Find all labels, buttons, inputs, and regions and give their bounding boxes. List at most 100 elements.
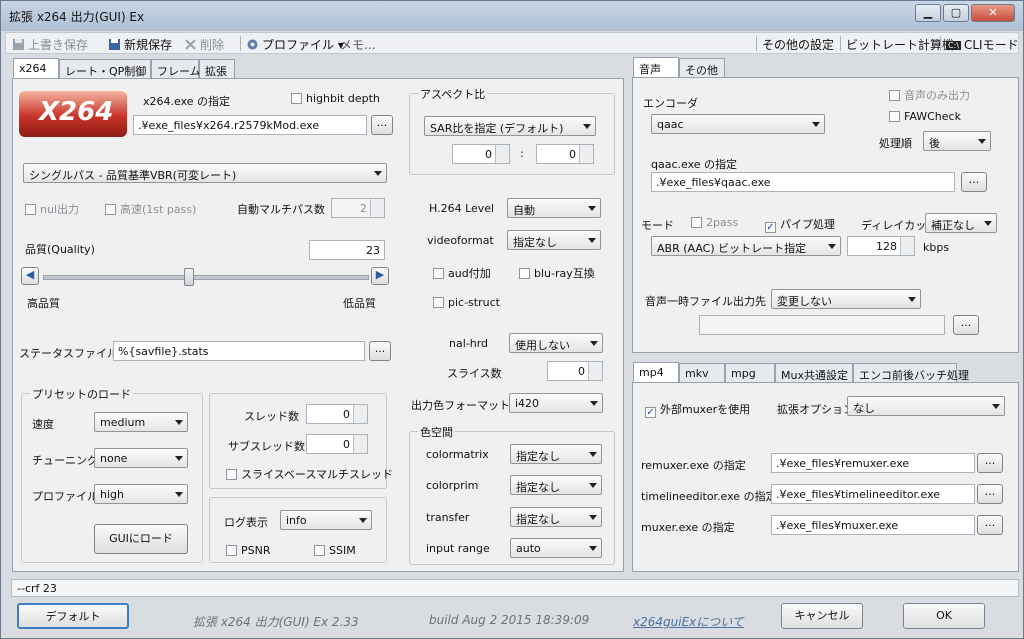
muxer-path[interactable]: .¥exe_files¥muxer.exe	[771, 515, 975, 535]
cancel-button[interactable]: キャンセル	[781, 603, 863, 629]
colormatrix-select[interactable]: 指定なし	[510, 444, 602, 464]
quality-slider-thumb[interactable]	[184, 268, 195, 286]
aud-checkbox[interactable]: aud付加	[433, 265, 491, 281]
speed-select[interactable]: medium	[94, 412, 188, 432]
aspect-mode-select[interactable]: SAR比を指定 (デフォルト)	[424, 116, 596, 136]
about-link[interactable]: x264guiExについて	[633, 613, 744, 630]
videoformat-select[interactable]: 指定なし	[507, 230, 601, 250]
spin-up-icon[interactable]	[900, 237, 914, 246]
remuxer-browse-button[interactable]: ...	[977, 453, 1003, 473]
audio-only-checkbox[interactable]: 音声のみ出力	[889, 87, 970, 103]
fast-first-pass-checkbox[interactable]: 高速(1st pass)	[105, 201, 196, 217]
tab-audio[interactable]: 音声	[633, 57, 679, 78]
temp-output-path[interactable]	[699, 315, 945, 335]
spin-down-icon[interactable]	[370, 208, 384, 217]
highbit-depth-checkbox[interactable]: highbit depth	[291, 92, 380, 105]
maximize-button[interactable]: ▢	[943, 4, 969, 22]
spin-down-icon[interactable]	[353, 414, 367, 423]
audio-exe-browse-button[interactable]: ...	[961, 172, 987, 192]
tab-mkv[interactable]: mkv	[679, 363, 725, 383]
status-file-input[interactable]: %{savfile}.stats	[113, 341, 365, 361]
spin-up-icon[interactable]	[495, 145, 509, 154]
status-file-browse-button[interactable]: ...	[369, 341, 391, 361]
slice-multithread-checkbox[interactable]: スライスベースマルチスレッド	[226, 466, 393, 482]
remuxer-path[interactable]: .¥exe_files¥remuxer.exe	[771, 453, 975, 473]
input-range-select[interactable]: auto	[510, 538, 602, 558]
temp-output-browse-button[interactable]: ...	[953, 315, 979, 335]
pipe-checkbox[interactable]: ✓ パイプ処理	[765, 216, 835, 233]
spin-down-icon[interactable]	[900, 246, 914, 255]
tab-mpg[interactable]: mpg	[725, 363, 775, 383]
cli-mode-button[interactable]: C:\ CLIモード	[946, 36, 1019, 53]
memo-button[interactable]: メモ...	[340, 36, 375, 53]
spin-up-icon[interactable]	[353, 435, 367, 444]
audio-encoder-select[interactable]: qaac	[651, 114, 825, 134]
quality-input[interactable]: 23	[309, 240, 385, 260]
tab-rate-qp[interactable]: レート・QP制御	[59, 59, 151, 79]
new-save-button[interactable]: 新規保存	[108, 36, 172, 54]
minimize-button[interactable]: ▁	[915, 4, 941, 22]
delete-button[interactable]: 削除	[184, 36, 224, 54]
pic-struct-checkbox[interactable]: pic-struct	[433, 296, 500, 309]
bitrate-spinner[interactable]: 128	[847, 236, 915, 256]
spin-up-icon[interactable]	[370, 199, 384, 208]
quality-decrease-button[interactable]: ◀	[21, 267, 39, 285]
psnr-checkbox[interactable]: PSNR	[226, 544, 271, 557]
ssim-checkbox[interactable]: SSIM	[314, 544, 356, 557]
colorprim-select[interactable]: 指定なし	[510, 475, 602, 495]
audio-exe-path[interactable]: .¥exe_files¥qaac.exe	[651, 172, 955, 192]
muxer-browse-button[interactable]: ...	[977, 515, 1003, 535]
bitrate-calculator-button[interactable]: ビットレート計算機	[846, 36, 954, 53]
audio-mode-select[interactable]: ABR (AAC) ビットレート指定	[651, 236, 841, 256]
ext-option-select[interactable]: なし	[847, 396, 1005, 416]
delay-cut-select[interactable]: 補正なし	[925, 213, 997, 233]
ok-button[interactable]: OK	[903, 603, 985, 629]
temp-output-select[interactable]: 変更しない	[771, 289, 921, 309]
overwrite-save-button[interactable]: 上書き保存	[12, 36, 88, 54]
timeline-browse-button[interactable]: ...	[977, 484, 1003, 504]
twopass-checkbox[interactable]: 2pass	[691, 216, 738, 229]
default-button[interactable]: デフォルト	[17, 603, 129, 629]
tab-mux-common[interactable]: Mux共通設定	[775, 363, 853, 383]
timeline-path[interactable]: .¥exe_files¥timelineeditor.exe	[771, 484, 975, 504]
spin-down-icon[interactable]	[495, 154, 509, 163]
transfer-select[interactable]: 指定なし	[510, 507, 602, 527]
quality-increase-button[interactable]: ▶	[371, 267, 389, 285]
log-select[interactable]: info	[280, 510, 372, 530]
spin-down-icon[interactable]	[588, 371, 602, 380]
aspect-height-spinner[interactable]: 0	[536, 144, 594, 164]
bluray-checkbox[interactable]: blu-ray互換	[519, 265, 595, 281]
h264-level-select[interactable]: 自動	[507, 198, 601, 218]
subthreads-spinner[interactable]: 0	[306, 434, 368, 454]
close-button[interactable]: ✕	[971, 4, 1015, 22]
external-muxer-checkbox[interactable]: ✓ 外部muxerを使用	[645, 401, 750, 418]
x264-browse-button[interactable]: ...	[371, 115, 393, 135]
nal-hrd-select[interactable]: 使用しない	[509, 333, 603, 353]
threads-spinner[interactable]: 0	[306, 404, 368, 424]
output-color-select[interactable]: i420	[509, 393, 603, 413]
tab-frame[interactable]: フレーム	[151, 59, 201, 79]
profile-select[interactable]: high	[94, 484, 188, 504]
spin-up-icon[interactable]	[579, 145, 593, 154]
tab-mp4[interactable]: mp4	[633, 362, 679, 383]
tuning-select[interactable]: none	[94, 448, 188, 468]
x264-exe-path[interactable]: .¥exe_files¥x264.r2579kMod.exe	[133, 115, 367, 135]
auto-multipass-spinner[interactable]: 2	[331, 198, 385, 218]
tab-batch[interactable]: エンコ前後バッチ処理	[853, 363, 969, 383]
profile-dropdown[interactable]: プロファイル ▾	[246, 36, 344, 54]
aspect-width-spinner[interactable]: 0	[452, 144, 510, 164]
tab-x264[interactable]: x264	[13, 58, 59, 79]
faw-check-checkbox[interactable]: FAWCheck	[889, 110, 961, 123]
spin-down-icon[interactable]	[579, 154, 593, 163]
nul-output-checkbox[interactable]: nul出力	[25, 201, 79, 217]
tab-extension[interactable]: 拡張	[199, 59, 235, 79]
slices-spinner[interactable]: 0	[547, 361, 603, 381]
quality-slider-track[interactable]	[43, 275, 369, 280]
spin-down-icon[interactable]	[353, 444, 367, 453]
tab-other[interactable]: その他	[679, 58, 725, 78]
spin-up-icon[interactable]	[588, 362, 602, 371]
process-order-select[interactable]: 後	[923, 131, 991, 151]
spin-up-icon[interactable]	[353, 405, 367, 414]
other-settings-button[interactable]: その他の設定	[762, 36, 834, 53]
encode-mode-select[interactable]: シングルパス - 品質基準VBR(可変レート)	[23, 163, 387, 183]
